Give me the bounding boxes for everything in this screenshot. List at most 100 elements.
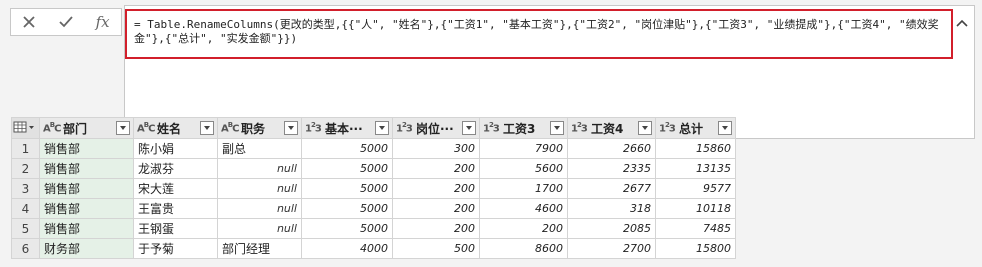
table-cell[interactable]: 200 [479,218,568,239]
column-header[interactable]: 123 岗位··· [392,117,480,139]
table-row[interactable]: 5 销售部 王钢蛋 null 5000 200 200 2085 7485 [11,218,736,239]
table-cell[interactable]: 10118 [655,198,736,219]
table-cell[interactable]: 宋大莲 [133,178,218,199]
table-cell[interactable]: null [217,158,302,179]
column-filter-button[interactable] [200,121,214,135]
commit-formula-button[interactable] [51,9,81,35]
table-cell[interactable]: 2700 [567,238,656,259]
table-cell[interactable]: 龙淑芬 [133,158,218,179]
table-cell[interactable]: 300 [392,138,480,159]
table-cell[interactable]: 王钢蛋 [133,218,218,239]
column-filter-button[interactable] [375,121,389,135]
table-cell[interactable]: 500 [392,238,480,259]
table-body: 1 销售部 陈小娟 副总 5000 300 7900 2660 15860 2 销售部 龙淑芬 null… [11,138,736,259]
table-cell[interactable]: 王富贵 [133,198,218,219]
table-cell[interactable]: 2085 [567,218,656,239]
table-cell[interactable]: 8600 [479,238,568,259]
table-cell[interactable]: 7485 [655,218,736,239]
column-header-label: 基本··· [325,121,363,136]
table-cell[interactable]: null [217,198,302,219]
column-header-content: 123 岗位··· [396,119,476,138]
table-cell[interactable]: 2677 [567,178,656,199]
table-cell[interactable]: 200 [392,158,480,179]
close-icon [23,16,35,28]
number-type-icon: 123 [483,121,500,135]
number-type-icon: 123 [571,121,588,135]
table-cell[interactable]: 5000 [301,178,393,199]
column-header[interactable]: 123 工资4 [567,117,656,139]
column-filter-button[interactable] [462,121,476,135]
table-cell[interactable]: 于予菊 [133,238,218,259]
fx-label: fx [95,13,110,31]
table-cell[interactable]: null [217,178,302,199]
column-header[interactable]: ABC 姓名 [133,117,218,139]
table-cell[interactable]: 200 [392,178,480,199]
check-icon [59,16,73,28]
number-type-icon: 123 [396,121,413,135]
table-cell[interactable]: 4600 [479,198,568,219]
table-menu-button[interactable] [11,117,40,139]
table-cell[interactable]: 销售部 [39,198,134,219]
table-cell[interactable]: 200 [392,198,480,219]
column-header[interactable]: 123 总计 [655,117,736,139]
table-cell[interactable]: 318 [567,198,656,219]
column-filter-button[interactable] [718,121,732,135]
insert-function-button[interactable]: fx [88,9,118,35]
column-header[interactable]: 123 工资3 [479,117,568,139]
table-cell[interactable]: 13135 [655,158,736,179]
row-number[interactable]: 1 [11,138,40,159]
header-row: ABC 部门 ABC 姓名 ABC 职务 123 基本··· 123 岗位··· 123 工资3 123… [11,117,736,139]
table-cell[interactable]: 陈小娟 [133,138,218,159]
table-cell[interactable]: null [217,218,302,239]
table-cell[interactable]: 销售部 [39,178,134,199]
table-cell[interactable]: 财务部 [39,238,134,259]
column-header-content: 123 工资4 [571,119,652,138]
table-cell[interactable]: 5000 [301,158,393,179]
row-number[interactable]: 5 [11,218,40,239]
cancel-formula-button[interactable] [14,9,44,35]
table-cell[interactable]: 1700 [479,178,568,199]
table-cell[interactable]: 4000 [301,238,393,259]
column-filter-button[interactable] [550,121,564,135]
table-cell[interactable]: 销售部 [39,158,134,179]
row-number[interactable]: 4 [11,198,40,219]
column-header-label: 总计 [679,121,704,136]
table-cell[interactable]: 9577 [655,178,736,199]
table-cell[interactable]: 5600 [479,158,568,179]
table-row[interactable]: 3 销售部 宋大莲 null 5000 200 1700 2677 9577 [11,178,736,199]
row-number[interactable]: 2 [11,158,40,179]
column-header[interactable]: 123 基本··· [301,117,393,139]
chevron-down-icon [722,126,728,130]
table-cell[interactable]: 200 [392,218,480,239]
table-row[interactable]: 6 财务部 于予菊 部门经理 4000 500 8600 2700 15800 [11,238,736,259]
text-type-icon: ABC [221,121,239,135]
table-cell[interactable]: 5000 [301,218,393,239]
row-number[interactable]: 6 [11,238,40,259]
table-row[interactable]: 4 销售部 王富贵 null 5000 200 4600 318 10118 [11,198,736,219]
table-row[interactable]: 2 销售部 龙淑芬 null 5000 200 5600 2335 13135 [11,158,736,179]
row-number[interactable]: 3 [11,178,40,199]
table-cell[interactable]: 2335 [567,158,656,179]
table-cell[interactable]: 15860 [655,138,736,159]
table-cell[interactable]: 销售部 [39,138,134,159]
column-filter-button[interactable] [116,121,130,135]
column-filter-button[interactable] [638,121,652,135]
table-cell[interactable]: 7900 [479,138,568,159]
table-cell[interactable]: 5000 [301,198,393,219]
table-cell[interactable]: 销售部 [39,218,134,239]
column-header[interactable]: ABC 职务 [217,117,302,139]
column-filter-button[interactable] [284,121,298,135]
column-header-label: 职务 [241,121,266,136]
table-cell[interactable]: 部门经理 [217,238,302,259]
column-header-content: ABC 部门 [43,119,130,138]
table-cell[interactable]: 15800 [655,238,736,259]
column-header-label: 部门 [63,121,88,136]
table-cell[interactable]: 5000 [301,138,393,159]
table-cell[interactable]: 2660 [567,138,656,159]
formula-text[interactable]: = Table.RenameColumns(更改的类型,{{"人", "姓名"}… [125,9,953,59]
table-cell[interactable]: 副总 [217,138,302,159]
table-row[interactable]: 1 销售部 陈小娟 副总 5000 300 7900 2660 15860 [11,138,736,159]
column-header[interactable]: ABC 部门 [39,117,134,139]
collapse-formula-button[interactable] [954,16,970,30]
chevron-down-icon [120,126,126,130]
